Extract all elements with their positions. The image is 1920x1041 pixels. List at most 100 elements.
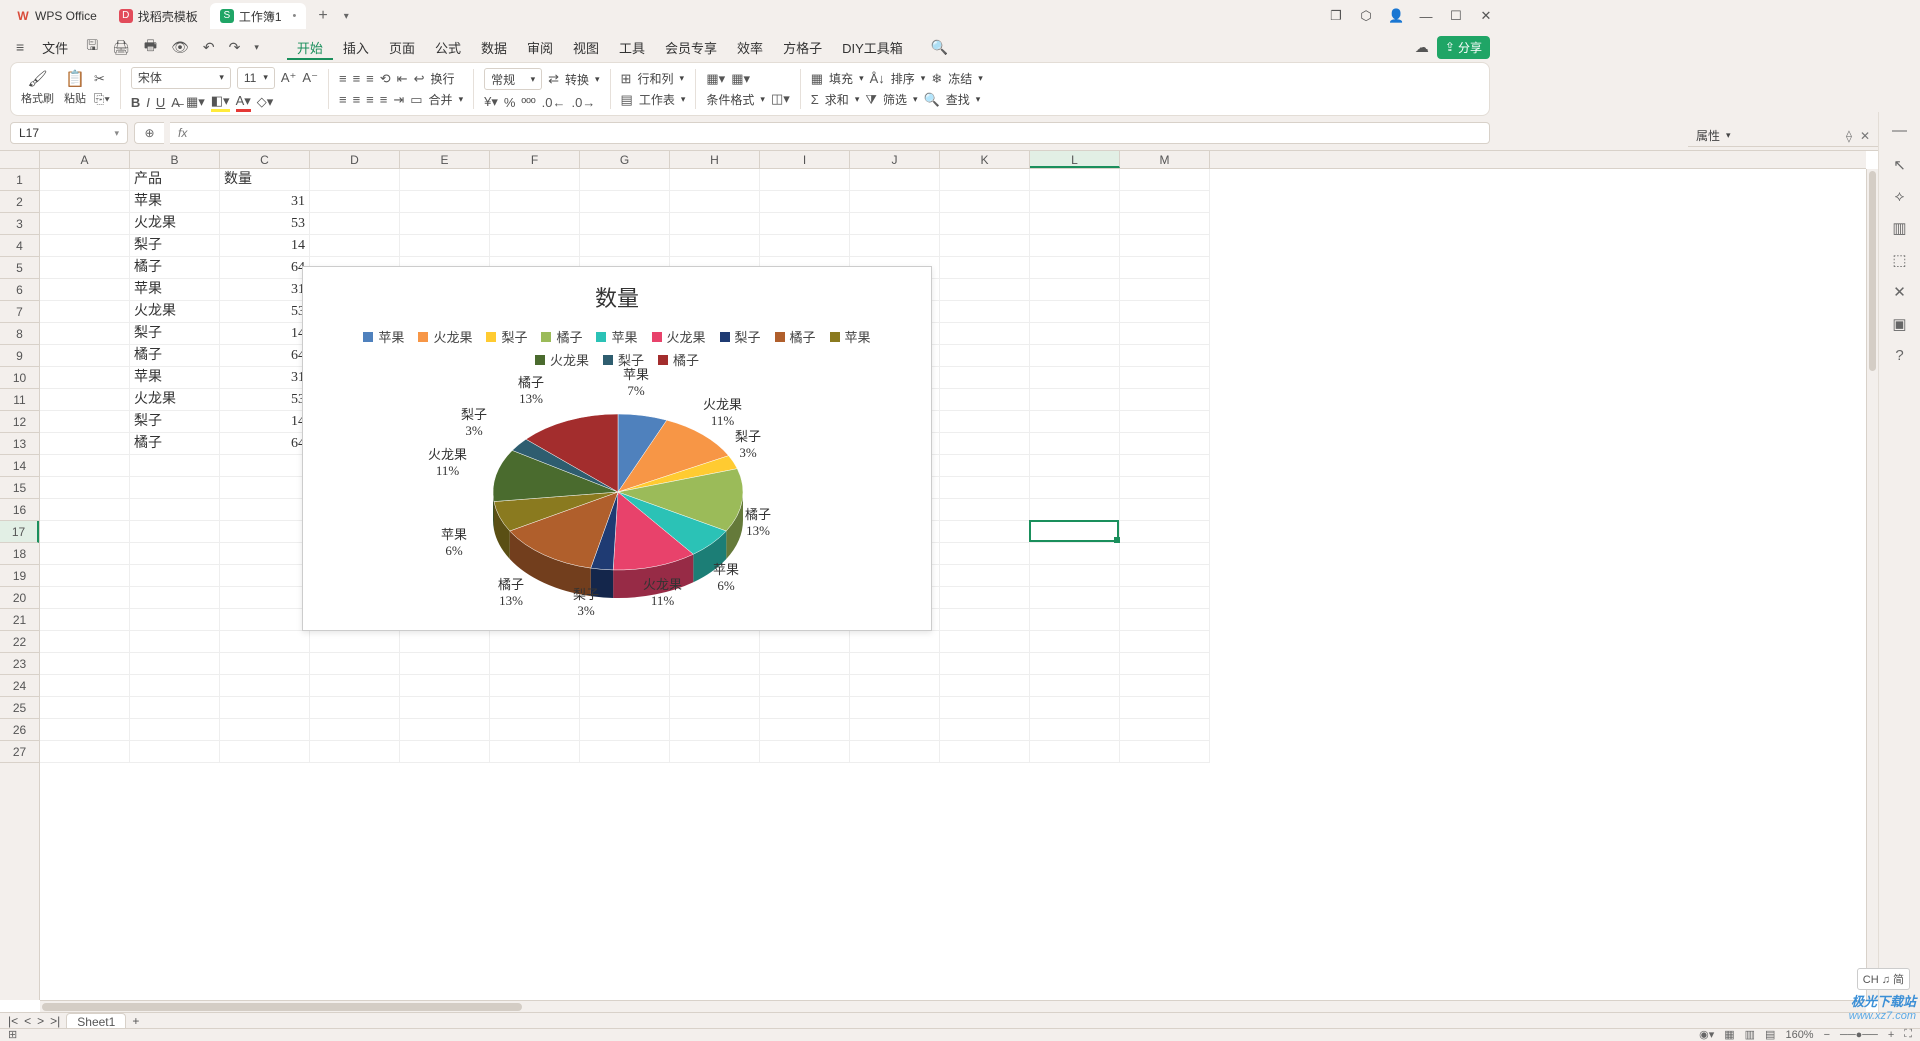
share-button[interactable]: ⇪ 分享 bbox=[1437, 36, 1490, 59]
fill-icon[interactable]: ▦ bbox=[811, 71, 823, 87]
row-headers[interactable]: 1234567891011121314151617181920212223242… bbox=[0, 169, 40, 1000]
cell-B12[interactable]: 梨子 bbox=[130, 411, 220, 433]
cell-C5[interactable]: 64 bbox=[220, 257, 310, 279]
formula-input[interactable]: fx bbox=[170, 122, 1490, 144]
rowcol-icon[interactable]: ⊞ bbox=[621, 71, 632, 87]
column-headers[interactable]: ABCDEFGHIJKLM bbox=[40, 151, 1866, 169]
cell-B6[interactable]: 苹果 bbox=[130, 279, 220, 301]
cellstyle-icon[interactable]: ▦▾ bbox=[706, 71, 725, 87]
menu-DIY工具箱[interactable]: DIY工具箱 bbox=[832, 37, 913, 60]
row-header-12[interactable]: 12 bbox=[0, 411, 39, 433]
menu-方格子[interactable]: 方格子 bbox=[773, 37, 832, 60]
col-header-G[interactable]: G bbox=[580, 151, 670, 168]
align-left-icon[interactable]: ≡ bbox=[339, 92, 347, 107]
save-icon[interactable]: 🖫 bbox=[80, 31, 104, 63]
menu-公式[interactable]: 公式 bbox=[425, 37, 471, 60]
menu-效率[interactable]: 效率 bbox=[727, 37, 773, 60]
undo-icon[interactable]: ↶ bbox=[197, 35, 221, 60]
side-tools-icon[interactable]: ✕ bbox=[1893, 283, 1906, 301]
side-style-icon[interactable]: ⟡ bbox=[1895, 188, 1905, 205]
menu-视图[interactable]: 视图 bbox=[563, 37, 609, 60]
zoom-in-icon[interactable]: + bbox=[1888, 1029, 1894, 1041]
cell-C6[interactable]: 31 bbox=[220, 279, 310, 301]
sheet-nav-next[interactable]: > bbox=[37, 1014, 44, 1028]
template-tab[interactable]: D 找稻壳模板 bbox=[109, 3, 208, 29]
cell-C1[interactable]: 数量 bbox=[220, 169, 310, 191]
cell-C7[interactable]: 53 bbox=[220, 301, 310, 323]
strike-icon[interactable]: A̶ bbox=[171, 95, 180, 110]
row-header-24[interactable]: 24 bbox=[0, 675, 39, 697]
cell-C11[interactable]: 53 bbox=[220, 389, 310, 411]
sheet-nav-last[interactable]: >| bbox=[50, 1014, 60, 1028]
italic-icon[interactable]: I bbox=[146, 95, 150, 110]
format-icon[interactable]: ◫▾ bbox=[771, 91, 790, 107]
col-header-J[interactable]: J bbox=[850, 151, 940, 168]
cut-icon[interactable]: ✂ bbox=[94, 71, 105, 87]
row-header-18[interactable]: 18 bbox=[0, 543, 39, 565]
menu-数据[interactable]: 数据 bbox=[471, 37, 517, 60]
row-header-13[interactable]: 13 bbox=[0, 433, 39, 455]
format-painter-button[interactable]: 🖌格式刷 bbox=[19, 72, 56, 106]
percent-icon[interactable]: % bbox=[504, 95, 516, 110]
fill-color-icon[interactable]: ◧▾ bbox=[211, 93, 230, 112]
search-icon[interactable]: 🔍 bbox=[925, 35, 954, 60]
row-header-27[interactable]: 27 bbox=[0, 741, 39, 763]
zoom-out-icon[interactable]: − bbox=[1824, 1029, 1830, 1041]
cell-B7[interactable]: 火龙果 bbox=[130, 301, 220, 323]
dec-dec-icon[interactable]: .0→ bbox=[572, 95, 596, 110]
col-header-E[interactable]: E bbox=[400, 151, 490, 168]
merge-icon[interactable]: ▭ bbox=[410, 92, 422, 108]
sum-icon[interactable]: Σ bbox=[811, 92, 819, 107]
vscroll-thumb[interactable] bbox=[1869, 171, 1876, 371]
menu-页面[interactable]: 页面 bbox=[379, 37, 425, 60]
align-top-icon[interactable]: ≡ bbox=[339, 71, 347, 86]
side-layout-icon[interactable]: ▥ bbox=[1892, 219, 1906, 237]
side-select-icon[interactable]: ↖ bbox=[1893, 156, 1906, 174]
user-avatar-icon[interactable]: 👤 bbox=[1388, 8, 1404, 24]
hscroll-thumb[interactable] bbox=[42, 1003, 522, 1011]
view-page-icon[interactable]: ▥ bbox=[1745, 1028, 1755, 1041]
col-header-F[interactable]: F bbox=[490, 151, 580, 168]
font-size-select[interactable]: 11▾ bbox=[237, 67, 275, 89]
cell-B11[interactable]: 火龙果 bbox=[130, 389, 220, 411]
col-header-L[interactable]: L bbox=[1030, 151, 1120, 168]
side-image-icon[interactable]: ▣ bbox=[1892, 315, 1906, 333]
side-shape-icon[interactable]: ⬚ bbox=[1892, 251, 1906, 269]
panel-close-icon[interactable]: ✕ bbox=[1860, 129, 1870, 143]
row-header-4[interactable]: 4 bbox=[0, 235, 39, 257]
cell-C13[interactable]: 64 bbox=[220, 433, 310, 455]
row-header-25[interactable]: 25 bbox=[0, 697, 39, 719]
align-bot-icon[interactable]: ≡ bbox=[366, 71, 374, 86]
cell-B13[interactable]: 橘子 bbox=[130, 433, 220, 455]
row-header-21[interactable]: 21 bbox=[0, 609, 39, 631]
col-header-M[interactable]: M bbox=[1120, 151, 1210, 168]
col-header-H[interactable]: H bbox=[670, 151, 760, 168]
cell-B2[interactable]: 苹果 bbox=[130, 191, 220, 213]
row-header-15[interactable]: 15 bbox=[0, 477, 39, 499]
view-break-icon[interactable]: ▤ bbox=[1765, 1028, 1775, 1041]
menu-开始[interactable]: 开始 bbox=[287, 37, 333, 60]
align-justify-icon[interactable]: ≡ bbox=[380, 92, 388, 107]
side-help-icon[interactable]: ? bbox=[1895, 347, 1903, 364]
pie-chart[interactable]: 数量 苹果火龙果梨子橘子苹果火龙果梨子橘子苹果火龙果梨子橘子 苹果7%火龙果11… bbox=[302, 266, 932, 631]
row-header-8[interactable]: 8 bbox=[0, 323, 39, 345]
menu-审阅[interactable]: 审阅 bbox=[517, 37, 563, 60]
horizontal-scrollbar[interactable] bbox=[40, 1000, 1866, 1012]
sheet-nav-first[interactable]: |< bbox=[8, 1014, 18, 1028]
row-header-1[interactable]: 1 bbox=[0, 169, 39, 191]
minimize-icon[interactable]: — bbox=[1418, 9, 1434, 24]
row-header-9[interactable]: 9 bbox=[0, 345, 39, 367]
font-color-icon[interactable]: A▾ bbox=[236, 93, 251, 112]
menu-file[interactable]: 文件 bbox=[32, 34, 78, 61]
maximize-icon[interactable]: ☐ bbox=[1448, 8, 1464, 24]
cell-C8[interactable]: 14 bbox=[220, 323, 310, 345]
row-header-2[interactable]: 2 bbox=[0, 191, 39, 213]
row-header-20[interactable]: 20 bbox=[0, 587, 39, 609]
menu-插入[interactable]: 插入 bbox=[333, 37, 379, 60]
export-icon[interactable]: 🖨 bbox=[106, 35, 136, 60]
workbook-tab[interactable]: S 工作簿1 • bbox=[210, 3, 307, 29]
align-mid-icon[interactable]: ≡ bbox=[353, 71, 361, 86]
col-header-B[interactable]: B bbox=[130, 151, 220, 168]
freeze-icon[interactable]: ❄ bbox=[931, 71, 942, 87]
box-icon[interactable]: ⬡ bbox=[1358, 8, 1374, 24]
